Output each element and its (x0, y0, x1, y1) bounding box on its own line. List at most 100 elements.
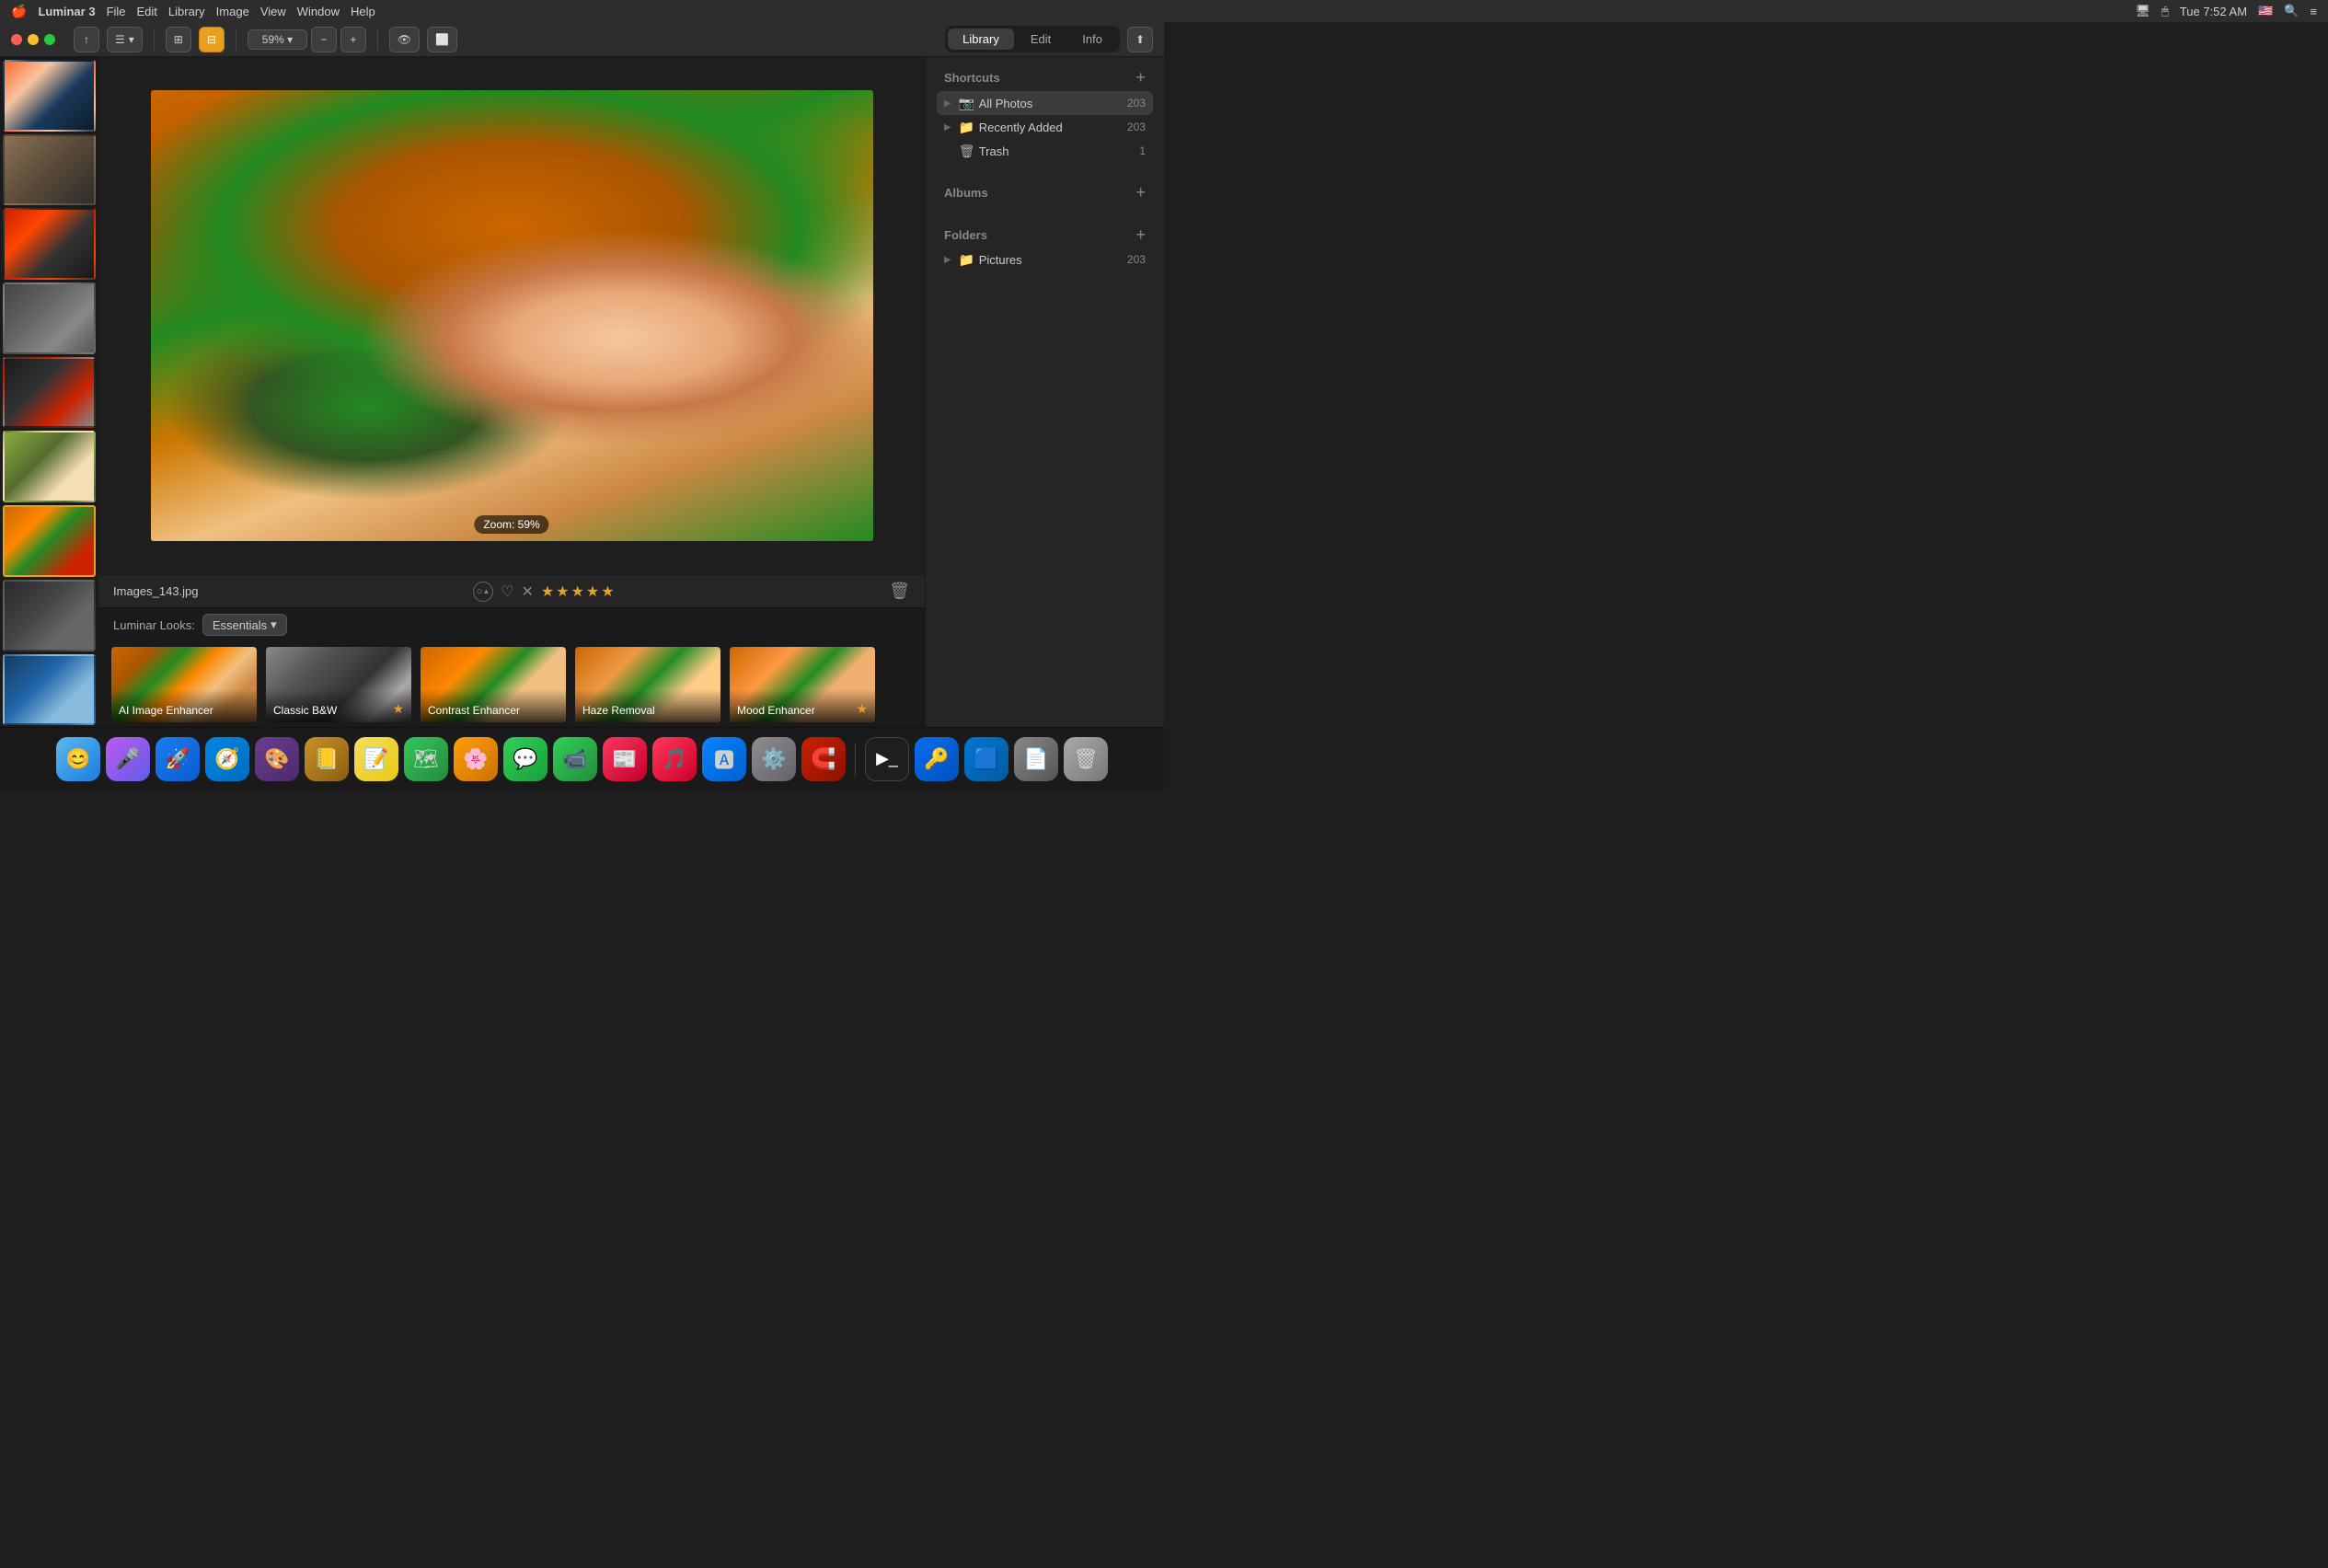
dock-finder[interactable]: 😊 (56, 737, 100, 781)
look-classic-bw[interactable]: Classic B&W ★ (264, 645, 413, 724)
albums-header: Albums + (937, 178, 1153, 205)
control-center-icon[interactable]: ≡ (2310, 5, 2317, 18)
thumbnail-4[interactable] (3, 282, 96, 354)
zoom-in-button[interactable]: + (340, 27, 366, 52)
dock-maps[interactable]: 🗺 (404, 737, 448, 781)
copilot-icon: 🟦 (974, 747, 998, 771)
dock-safari[interactable]: 🧭 (205, 737, 249, 781)
export-button[interactable]: ⬆ (1127, 27, 1153, 52)
search-icon[interactable]: 🔍 (2284, 4, 2299, 18)
tab-edit[interactable]: Edit (1016, 29, 1066, 50)
thumbnail-7[interactable] (3, 505, 96, 577)
image-viewer[interactable]: Zoom: 59% (98, 57, 925, 574)
dock-trash[interactable]: 🗑 (1064, 737, 1108, 781)
sidebar-item-all-photos[interactable]: ▶ 📷 All Photos 203 (937, 91, 1153, 115)
thumbnail-2[interactable] (3, 134, 96, 206)
file-menu[interactable]: File (107, 5, 126, 18)
delete-photo-button[interactable]: 🗑 (889, 582, 910, 601)
look-contrast-enhancer[interactable]: Contrast Enhancer (419, 645, 568, 724)
heart-button[interactable]: ♡ (501, 582, 513, 601)
news-icon: 📰 (612, 747, 637, 771)
looks-category-dropdown[interactable]: Essentials ▾ (202, 614, 287, 636)
sidebar-item-recently-added[interactable]: ▶ 📁 Recently Added 203 (937, 115, 1153, 139)
view-toggle-button[interactable]: ☰ ▾ (107, 27, 143, 52)
sidebar-item-pictures[interactable]: ▶ 📁 Pictures 203 (937, 248, 1153, 271)
dock-pixelmator[interactable]: 🎨 (255, 737, 299, 781)
albums-add-button[interactable]: + (1135, 183, 1146, 202)
circle-icon: ○ (477, 586, 483, 597)
image-menu[interactable]: Image (216, 5, 249, 18)
look-name-bw: Classic B&W (266, 689, 411, 722)
dock-terminal[interactable]: ▶_ (865, 737, 909, 781)
dock-messages[interactable]: 💬 (503, 737, 547, 781)
minimize-button[interactable] (28, 34, 39, 45)
main-photo: Zoom: 59% (151, 90, 873, 541)
dock-appstore[interactable]: 🅰 (702, 737, 746, 781)
star-5[interactable]: ★ (601, 582, 614, 601)
star-rating[interactable]: ★ ★ ★ ★ ★ (541, 582, 615, 601)
all-photos-label: All Photos (979, 97, 1122, 110)
layout-button[interactable]: ⊞ (166, 27, 191, 52)
look-mood-enhancer[interactable]: Mood Enhancer ★ (728, 645, 877, 724)
reject-button[interactable]: ✕ (521, 582, 533, 601)
thumbnail-6[interactable] (3, 431, 96, 502)
tab-info[interactable]: Info (1067, 29, 1117, 50)
photos-dock-icon: 🌸 (463, 747, 488, 771)
look-haze-removal[interactable]: Haze Removal (573, 645, 722, 724)
close-button[interactable] (11, 34, 22, 45)
compare-button[interactable]: ⬜ (427, 27, 457, 52)
zoom-label: Zoom: 59% (474, 515, 548, 534)
dock-facetime[interactable]: 📹 (553, 737, 597, 781)
onepassword-icon: 🔑 (924, 747, 949, 771)
thumbnail-9[interactable] (3, 654, 96, 726)
dock-copilot[interactable]: 🟦 (964, 737, 1008, 781)
apple-menu-icon[interactable]: 🍎 (11, 4, 27, 19)
sidebar-item-trash[interactable]: ▶ 🗑 Trash 1 (937, 139, 1153, 163)
app-name-menu[interactable]: Luminar 3 (38, 5, 95, 18)
dock-onepassword[interactable]: 🔑 (915, 737, 959, 781)
thumbnail-8[interactable] (3, 580, 96, 651)
library-menu[interactable]: Library (168, 5, 205, 18)
looks-thumbnails[interactable]: AI Image Enhancer Classic B&W ★ Contrast… (98, 641, 925, 727)
view-menu[interactable]: View (260, 5, 286, 18)
fullscreen-button[interactable] (44, 34, 55, 45)
star-1[interactable]: ★ (541, 582, 554, 601)
separator-1 (154, 29, 155, 51)
dock-photos[interactable]: 🌸 (454, 737, 498, 781)
dock-sysprefs[interactable]: ⚙️ (752, 737, 796, 781)
pictures-expand-icon: ▶ (944, 255, 951, 265)
category-value: Essentials (213, 618, 267, 632)
system-bar: 🍎 Luminar 3 File Edit Library Image View… (0, 0, 2328, 22)
edit-menu[interactable]: Edit (137, 5, 157, 18)
thumbnail-1[interactable] (3, 60, 96, 132)
dock-notes[interactable]: 📝 (354, 737, 398, 781)
tab-library[interactable]: Library (948, 29, 1014, 50)
star-3[interactable]: ★ (571, 582, 584, 601)
back-button[interactable]: ↑ (74, 27, 99, 52)
help-menu[interactable]: Help (351, 5, 375, 18)
star-2[interactable]: ★ (556, 582, 569, 601)
look-ai-image-enhancer[interactable]: AI Image Enhancer (109, 645, 259, 724)
shortcuts-add-button[interactable]: + (1135, 68, 1146, 87)
recently-added-icon: 📁 (959, 120, 974, 134)
dock-music[interactable]: 🎵 (652, 737, 697, 781)
dock-magnet[interactable]: 🧲 (801, 737, 846, 781)
filmstrip[interactable] (0, 57, 98, 727)
thumbnail-3[interactable] (3, 208, 96, 280)
back-icon: ↑ (84, 33, 89, 46)
dock-news[interactable]: 📰 (603, 737, 647, 781)
dock-finder2[interactable]: 📄 (1014, 737, 1058, 781)
grid-view-button[interactable]: ⊟ (199, 27, 225, 52)
folders-add-button[interactable]: + (1135, 225, 1146, 245)
window-menu[interactable]: Window (297, 5, 340, 18)
dock-siri[interactable]: 🎤 (106, 737, 150, 781)
zoom-out-button[interactable]: − (311, 27, 337, 52)
zoom-display[interactable]: 59% ▾ (248, 29, 307, 50)
star-4[interactable]: ★ (586, 582, 599, 601)
rating-circle-button[interactable]: ○ ▲ (473, 582, 493, 602)
dock-notefile[interactable]: 📒 (305, 737, 349, 781)
trash-label: Trash (979, 144, 1135, 158)
thumbnail-5[interactable] (3, 357, 96, 429)
dock-launchpad[interactable]: 🚀 (156, 737, 200, 781)
eye-button[interactable]: 👁 (389, 27, 420, 52)
